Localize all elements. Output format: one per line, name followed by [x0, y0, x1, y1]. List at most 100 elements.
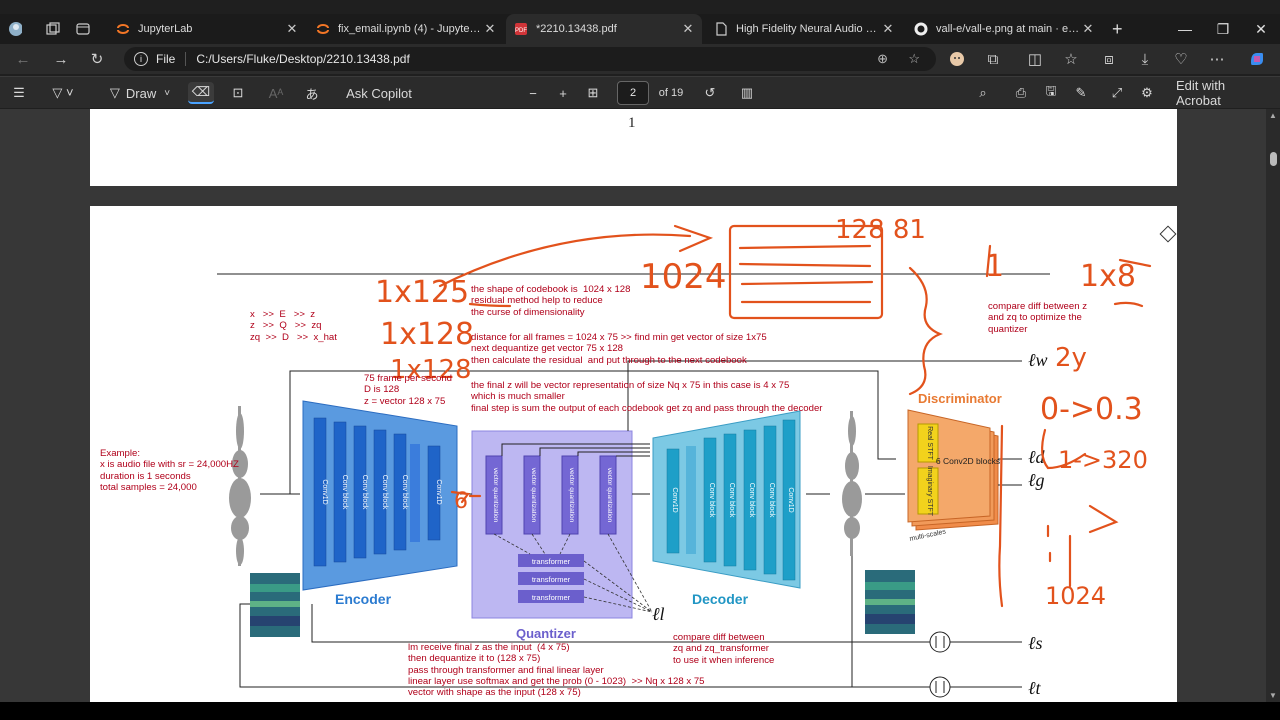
- conv-block-label: Conv block: [748, 483, 755, 518]
- conv-block-label: Conv block: [401, 475, 408, 510]
- output-waveform: [842, 411, 862, 556]
- fit-page-icon[interactable]: ⊞: [582, 82, 604, 104]
- close-tab-icon[interactable]: ✕: [284, 21, 300, 37]
- workspaces-button[interactable]: [38, 14, 68, 44]
- zoom-out-icon[interactable]: −: [524, 82, 542, 104]
- conv-block-label: Conv block: [361, 475, 368, 510]
- forward-icon[interactable]: →: [50, 48, 72, 70]
- scroll-up-icon[interactable]: ▲: [1269, 111, 1277, 120]
- more-menu-icon[interactable]: ⋯: [1206, 48, 1228, 70]
- save-icon[interactable]: 🖫: [1042, 82, 1060, 104]
- workspaces-icon: [46, 22, 60, 36]
- ask-copilot-button[interactable]: Ask Copilot: [344, 82, 414, 104]
- rotate-icon[interactable]: ↺: [700, 82, 720, 104]
- fullscreen-icon[interactable]: ⤢: [1108, 82, 1126, 104]
- url-text: C:/Users/Fluke/Desktop/2210.13438.pdf: [196, 52, 410, 66]
- tab-github[interactable]: vall-e/vall-e.png at main · enhuiz ✕: [906, 14, 1102, 44]
- tab-pdf-active[interactable]: PDF *2210.13438.pdf ✕: [506, 14, 702, 44]
- scroll-down-icon[interactable]: ▼: [1269, 691, 1277, 700]
- pdf-page-1: 1: [90, 109, 1177, 186]
- ink-one: 1: [985, 249, 1004, 284]
- vq-label: vector quantization: [530, 468, 537, 523]
- edit-with-acrobat-button[interactable]: Edit with Acrobat: [1176, 78, 1272, 108]
- highlight-icon[interactable]: ▽ ˅: [46, 82, 80, 104]
- note-lm: lm receive final z as the input (4 x 75)…: [408, 642, 705, 699]
- tab-label: fix_email.ipynb (4) - JupyterLab: [338, 23, 482, 35]
- jupyter-icon: [116, 22, 130, 36]
- scrollbar-thumb[interactable]: [1270, 152, 1277, 166]
- sum-nodes: [929, 631, 951, 698]
- address-field[interactable]: i File C:/Users/Fluke/Desktop/2210.13438…: [124, 47, 936, 71]
- zoom-in-icon[interactable]: +: [554, 82, 572, 104]
- close-window-icon[interactable]: ✕: [1238, 14, 1280, 44]
- close-tab-icon[interactable]: ✕: [1080, 21, 1096, 37]
- pdf-viewer[interactable]: 1 Encoder Conv1D Conv block Conv block C…: [0, 109, 1280, 702]
- print-icon[interactable]: ⎙: [1012, 82, 1030, 104]
- split-screen-icon[interactable]: ◫: [1024, 48, 1046, 70]
- loss-s-label: ℓs: [1028, 633, 1043, 653]
- contents-icon[interactable]: ☰: [10, 82, 28, 104]
- settings-icon[interactable]: ⚙: [1138, 82, 1156, 104]
- ink-1-320: 1->320: [1058, 446, 1148, 474]
- extensions-icon[interactable]: ⧉: [982, 48, 1004, 70]
- transformer-label: transformer: [532, 557, 571, 566]
- eraser-icon[interactable]: ⌫: [188, 82, 214, 104]
- zoom-icon[interactable]: ⊕: [877, 51, 888, 67]
- tab-neural-audio[interactable]: High Fidelity Neural Audio Comp ✕: [706, 14, 902, 44]
- pdf-page-2: Encoder Conv1D Conv block Conv block Con…: [90, 206, 1177, 702]
- tab-label: *2210.13438.pdf: [536, 23, 617, 35]
- profile-button[interactable]: [0, 14, 38, 44]
- loss-w-label: ℓw: [1028, 350, 1048, 370]
- tab-jupyterlab[interactable]: JupyterLab ✕: [108, 14, 306, 44]
- page-number-input[interactable]: 2: [617, 81, 649, 105]
- save-as-icon[interactable]: ✎: [1072, 82, 1090, 104]
- collections-icon[interactable]: ⧈: [1098, 48, 1120, 70]
- tab-fix-email[interactable]: fix_email.ipynb (4) - JupyterLab ✕: [308, 14, 504, 44]
- close-tab-icon[interactable]: ✕: [680, 21, 696, 37]
- ink-1x125: 1x125: [375, 275, 469, 310]
- close-tab-icon[interactable]: ✕: [482, 21, 498, 37]
- note-compare-z: compare diff between z and zq to optimiz…: [988, 301, 1088, 335]
- info-icon[interactable]: i: [134, 52, 148, 66]
- conv1d-label: Conv1D: [321, 479, 328, 504]
- output-spectrogram: [865, 570, 915, 634]
- note-distance: distance for all frames = 1024 x 75 >> f…: [471, 332, 767, 366]
- search-icon[interactable]: ⌕: [974, 82, 992, 104]
- letterbox-bottom: [0, 702, 1280, 720]
- loss-g-label: ℓg: [1028, 470, 1045, 490]
- close-tab-icon[interactable]: ✕: [880, 21, 896, 37]
- new-tab-button[interactable]: +: [1104, 14, 1132, 44]
- conv1d-label: Conv1D: [435, 479, 442, 504]
- vertical-scrollbar[interactable]: ▲ ▼: [1266, 109, 1280, 702]
- downloads-icon[interactable]: ⤓: [1134, 48, 1156, 70]
- translate-icon[interactable]: あ: [300, 82, 324, 104]
- favorite-icon[interactable]: ☆: [908, 51, 920, 67]
- conv1d-label: Conv1D: [787, 487, 794, 512]
- favorites-icon[interactable]: ☆: [1060, 48, 1082, 70]
- encoder-block: Encoder Conv1D Conv block Conv block Con…: [302, 400, 458, 607]
- real-stft-label: Real STFT: [926, 426, 933, 461]
- imag-stft-label: Imaginary STFT: [926, 466, 933, 517]
- vq-label: vector quantization: [606, 468, 613, 523]
- draw-button[interactable]: ▽ Draw ˅: [100, 82, 180, 104]
- text-box-icon[interactable]: ⊡: [228, 82, 248, 104]
- reload-icon[interactable]: ↻: [86, 48, 108, 70]
- quantizer-label: Quantizer: [516, 626, 576, 641]
- read-aloud-icon[interactable]: Aᴬ: [266, 82, 286, 104]
- github-icon: [914, 22, 928, 36]
- back-icon[interactable]: ←: [12, 48, 34, 70]
- extension-avatar-icon[interactable]: [946, 48, 968, 70]
- browser-window: JupyterLab ✕ fix_email.ipynb (4) - Jupyt…: [0, 0, 1280, 720]
- discriminator-block: Real STFT Imaginary STFT 6 Conv2D blocks…: [907, 391, 1002, 543]
- tab-actions-icon: [76, 22, 90, 36]
- tab-actions-button[interactable]: [68, 14, 104, 44]
- pdf-toolbar: ☰ ▽ ˅ ▽ Draw ˅ ⌫ ⊡ Aᴬ あ Ask Copilot − + …: [0, 76, 1280, 108]
- tab-label: High Fidelity Neural Audio Comp: [736, 23, 880, 35]
- page-view-icon[interactable]: ▥: [736, 82, 758, 104]
- file-scheme-label: File: [156, 52, 176, 66]
- ink-top-number: 128 81: [835, 215, 926, 245]
- ink-1024: 1024: [1045, 582, 1106, 610]
- copilot-icon[interactable]: [1246, 48, 1268, 70]
- ink-zero: 0->0.3: [1040, 392, 1143, 427]
- browser-essentials-icon[interactable]: ♡: [1170, 48, 1192, 70]
